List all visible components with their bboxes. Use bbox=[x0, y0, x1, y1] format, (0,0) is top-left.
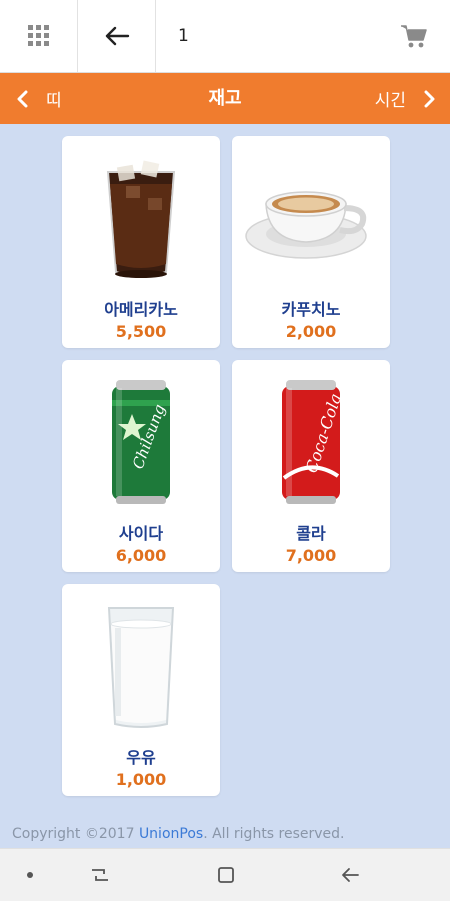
milk-glass-image bbox=[62, 592, 220, 742]
recent-apps-icon bbox=[92, 869, 108, 881]
system-navigation-bar bbox=[0, 848, 450, 901]
product-card-cola[interactable]: Coca-Cola 콜라 7,000 bbox=[232, 360, 390, 572]
copyright-footer: Copyright ©2017 UnionPos. All rights res… bbox=[12, 826, 345, 842]
product-name: 콜라 bbox=[296, 524, 326, 543]
cider-can-image: Chilsung bbox=[62, 368, 220, 518]
recent-apps-button[interactable] bbox=[84, 849, 116, 901]
chevron-right-icon bbox=[424, 90, 435, 107]
next-category-button[interactable]: 시긴 bbox=[375, 73, 436, 124]
cart-button[interactable] bbox=[378, 0, 450, 72]
product-name: 카푸치노 bbox=[281, 300, 341, 319]
product-card-cappuccino[interactable]: 카푸치노 2,000 bbox=[232, 136, 390, 348]
back-arrow-icon bbox=[342, 868, 359, 882]
nav-dot-button[interactable] bbox=[18, 849, 42, 901]
next-category-label: 시긴 bbox=[374, 91, 406, 111]
product-card-cider[interactable]: Chilsung 사이다 6,000 bbox=[62, 360, 220, 572]
cart-icon bbox=[401, 25, 427, 48]
product-price: 1,000 bbox=[115, 770, 167, 789]
cappuccino-image bbox=[232, 144, 390, 294]
system-back-button[interactable] bbox=[334, 849, 366, 901]
product-card-milk[interactable]: 우유 1,000 bbox=[62, 584, 220, 796]
arrow-left-icon bbox=[105, 26, 129, 46]
iced-americano-image bbox=[62, 144, 220, 294]
home-square-icon bbox=[218, 867, 234, 883]
copyright-suffix: . All rights reserved. bbox=[203, 826, 345, 842]
product-card-americano[interactable]: 아메리카노 5,500 bbox=[62, 136, 220, 348]
copyright-prefix: Copyright ©2017 bbox=[12, 826, 139, 842]
top-toolbar: 1 bbox=[0, 0, 450, 73]
product-price: 2,000 bbox=[285, 322, 337, 341]
product-price: 7,000 bbox=[285, 546, 337, 565]
product-name: 사이다 bbox=[118, 524, 164, 543]
cola-can-image: Coca-Cola bbox=[232, 368, 390, 518]
back-button[interactable] bbox=[78, 0, 156, 72]
product-name: 우유 bbox=[126, 748, 156, 767]
cart-count: 1 bbox=[178, 26, 189, 46]
product-price: 6,000 bbox=[115, 546, 167, 565]
menu-grid-button[interactable] bbox=[0, 0, 78, 72]
grid-icon bbox=[27, 25, 49, 46]
brand-link[interactable]: UnionPos bbox=[139, 826, 203, 842]
category-bar: 띠 재고 시긴 bbox=[0, 73, 450, 124]
product-price: 5,500 bbox=[115, 322, 167, 341]
home-button[interactable] bbox=[210, 849, 242, 901]
product-name: 아메리카노 bbox=[104, 300, 178, 319]
dot-icon bbox=[27, 872, 33, 878]
